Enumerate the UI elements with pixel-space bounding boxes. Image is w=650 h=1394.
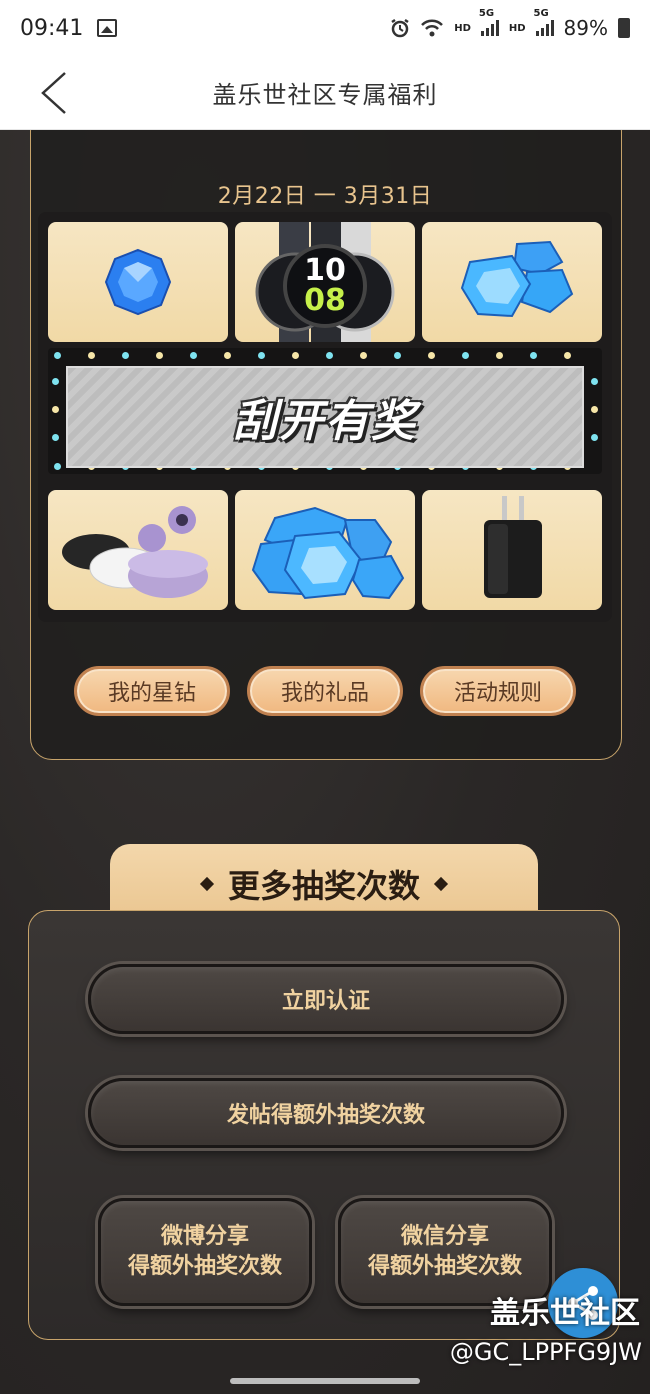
marquee-light — [462, 352, 469, 359]
marquee-light — [52, 434, 59, 441]
hd-label-2: HD — [508, 22, 526, 34]
marquee-light — [591, 406, 598, 413]
blue-diamond-icon — [104, 248, 172, 316]
wifi-icon — [421, 19, 444, 37]
marquee-light — [156, 352, 163, 359]
marquee-light — [54, 463, 61, 470]
prize-cell-diamond-small — [48, 222, 228, 342]
marquee-light — [591, 434, 598, 441]
wechat-share-line2: 得额外抽奖次数 — [367, 1254, 522, 1279]
scratch-card[interactable]: 刮开有奖 — [66, 366, 584, 468]
network-label-2: 5G — [533, 8, 549, 19]
app-header: 盖乐世社区专属福利 — [0, 56, 650, 130]
status-bar: 09:41 HD 5G HD 5G 89% — [0, 0, 650, 56]
watermark-brand: 盖乐世社区 — [490, 1296, 640, 1331]
alarm-icon — [391, 18, 409, 38]
prize-cell-diamonds-big — [235, 490, 415, 610]
marquee-light — [530, 352, 537, 359]
watermark-user: @GC_LPPFG9JW — [449, 1338, 642, 1366]
event-date-range: 2月22日 一 3月31日 — [217, 184, 433, 209]
marquee-light — [258, 352, 265, 359]
charger-icon — [484, 496, 542, 598]
marquee-light — [122, 352, 129, 359]
prize-cell-diamonds-pile — [422, 222, 602, 342]
page-title: 盖乐世社区专属福利 — [212, 81, 438, 109]
marquee-light — [190, 352, 197, 359]
marquee-light — [394, 352, 401, 359]
watch-hour: 10 — [304, 253, 346, 288]
back-button[interactable] — [34, 70, 74, 116]
status-time: 09:41 — [20, 15, 84, 41]
prize-cell-watch: 10 08 — [235, 222, 415, 342]
prize-cell-charger — [422, 490, 602, 610]
diamond-pile-large-icon — [251, 506, 405, 600]
marquee-light — [564, 352, 571, 359]
battery-icon — [618, 18, 630, 38]
rules-button[interactable]: 活动规则 — [420, 666, 576, 716]
marquee-light — [496, 352, 503, 359]
diamond-pile-icon — [460, 240, 574, 318]
prize-cell-earbuds — [48, 490, 228, 610]
my-stars-button[interactable]: 我的星钻 — [74, 666, 230, 716]
verify-button[interactable]: 立即认证 — [88, 964, 564, 1034]
network-label: 5G — [478, 8, 495, 19]
marquee-light — [360, 352, 367, 359]
main-content: 2月22日 一 3月31日 10 08 刮开有奖 我的星钻 我的礼品 活动规则 … — [0, 130, 650, 1394]
wechat-share-line1: 微信分享 — [400, 1224, 489, 1249]
signal-icon: 5G — [479, 8, 499, 36]
weibo-share-line1: 微博分享 — [160, 1224, 249, 1249]
marquee-light — [52, 378, 59, 385]
battery-percent: 89% — [563, 16, 608, 40]
chevron-left-icon — [41, 72, 66, 114]
prize-board: 10 08 刮开有奖 — [38, 212, 612, 622]
marquee-light — [326, 352, 333, 359]
status-icons: HD 5G HD 5G 89% — [390, 8, 630, 40]
diamond-bullet-icon — [199, 876, 215, 892]
weibo-share-button[interactable]: 微博分享 得额外抽奖次数 — [98, 1198, 312, 1306]
marquee-light — [88, 352, 95, 359]
post-reward-button[interactable]: 发帖得额外抽奖次数 — [88, 1078, 564, 1148]
marquee-light — [591, 378, 598, 385]
marquee-light — [54, 352, 61, 359]
marquee-light — [292, 352, 299, 359]
gallery-icon — [97, 19, 118, 37]
home-indicator — [230, 1378, 420, 1384]
watch-time: 10 08 — [235, 256, 415, 316]
more-draws-title: 更多抽奖次数 — [227, 867, 420, 905]
diamond-bullet-icon — [433, 876, 449, 892]
weibo-share-line2: 得额外抽奖次数 — [127, 1254, 282, 1279]
scratch-label: 刮开有奖 — [233, 396, 417, 447]
earbuds-icon — [62, 506, 208, 598]
scratch-marquee: 刮开有奖 — [48, 348, 602, 474]
watch-minute: 08 — [304, 283, 346, 318]
signal-icon-2: 5G — [534, 8, 554, 36]
my-gifts-button[interactable]: 我的礼品 — [247, 666, 403, 716]
marquee-light — [52, 406, 59, 413]
marquee-light — [224, 352, 231, 359]
hd-label: HD — [454, 22, 471, 34]
marquee-light — [428, 352, 435, 359]
